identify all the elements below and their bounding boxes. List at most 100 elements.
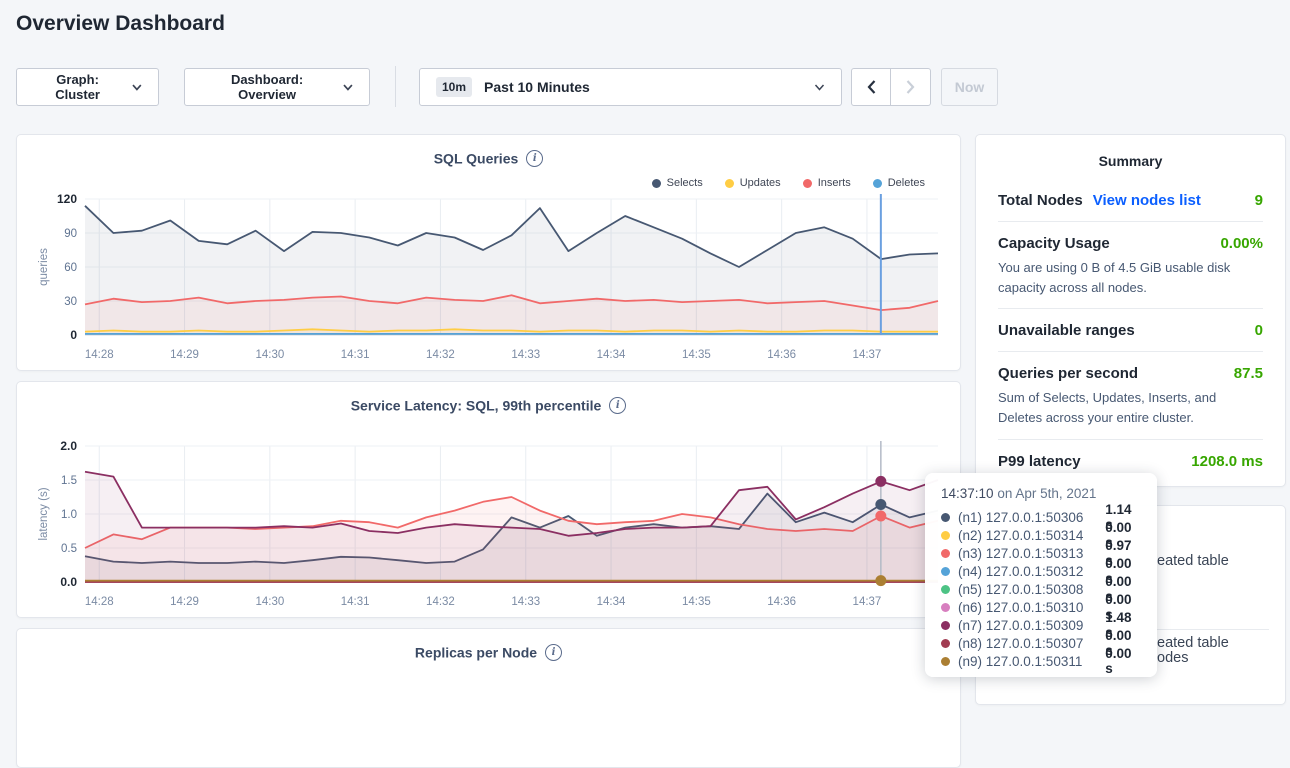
- svg-text:14:30: 14:30: [255, 349, 284, 361]
- sql-queries-card: SQL Queriesi Selects Updates Inserts Delete…: [16, 134, 961, 371]
- service-latency-card: Service Latency: SQL, 99th percentilei 1…: [16, 381, 961, 618]
- info-icon[interactable]: i: [545, 644, 562, 661]
- time-next-button[interactable]: [891, 68, 931, 106]
- legend-label: Updates: [740, 177, 781, 189]
- page-title: Overview Dashboard: [16, 12, 225, 36]
- svg-text:14:32: 14:32: [426, 596, 455, 608]
- time-range-label: Past 10 Minutes: [484, 79, 590, 95]
- capacity-value: 0.00%: [1220, 235, 1263, 252]
- event-text-fragment: eated table: [1157, 635, 1229, 651]
- capacity-label: Capacity Usage: [998, 235, 1110, 252]
- qps-label: Queries per second: [998, 365, 1138, 382]
- node-address: (n8) 127.0.0.1:50307: [958, 636, 1097, 651]
- total-nodes-label: Total Nodes: [998, 192, 1083, 209]
- svg-text:14:30: 14:30: [255, 596, 284, 608]
- summary-panel: Summary Total Nodes View nodes list 9 Ca…: [975, 134, 1286, 487]
- node-color-dot: [941, 621, 950, 630]
- tooltip-row: (n9) 127.0.0.1:503110.00 s: [941, 652, 1141, 670]
- svg-text:latency (s): latency (s): [38, 487, 50, 540]
- svg-text:14:33: 14:33: [511, 596, 540, 608]
- toolbar-divider: [395, 66, 396, 107]
- summary-title: Summary: [998, 153, 1263, 169]
- dashboard-dropdown-label: Dashboard: Overview: [201, 72, 333, 102]
- svg-text:14:33: 14:33: [511, 349, 540, 361]
- node-color-dot: [941, 639, 950, 648]
- now-button[interactable]: Now: [941, 68, 998, 106]
- info-icon[interactable]: i: [609, 397, 626, 414]
- capacity-description: You are using 0 B of 4.5 GiB usable disk…: [998, 258, 1263, 298]
- unavailable-ranges-value: 0: [1255, 322, 1263, 339]
- node-color-dot: [941, 549, 950, 558]
- node-color-dot: [941, 513, 950, 522]
- service-latency-title: Service Latency: SQL, 99th percentilei: [17, 396, 960, 414]
- svg-text:14:35: 14:35: [682, 349, 711, 361]
- chevron-down-icon: [343, 84, 353, 91]
- qps-description: Sum of Selects, Updates, Inserts, and De…: [998, 388, 1263, 428]
- svg-text:0: 0: [70, 328, 77, 342]
- event-text-fragment: eated table: [1157, 553, 1229, 569]
- node-address: (n6) 127.0.0.1:50310: [958, 600, 1097, 615]
- svg-text:14:36: 14:36: [767, 596, 796, 608]
- time-range-picker[interactable]: 10m Past 10 Minutes: [419, 68, 842, 106]
- replicas-per-node-card: Replicas per Nodei: [16, 628, 961, 768]
- node-color-dot: [941, 585, 950, 594]
- legend-dot: [803, 179, 812, 188]
- time-prev-button[interactable]: [851, 68, 891, 106]
- chevron-right-icon: [905, 79, 916, 95]
- service-latency-chart[interactable]: 14:2814:2914:3014:3114:3214:3314:3414:35…: [33, 436, 943, 612]
- tooltip-timestamp: 14:37:10 on Apr 5th, 2021: [941, 486, 1141, 501]
- legend-label: Deletes: [888, 177, 925, 189]
- node-color-dot: [941, 531, 950, 540]
- qps-value: 87.5: [1234, 365, 1263, 382]
- graph-dropdown[interactable]: Graph: Cluster: [16, 68, 159, 106]
- latency-tooltip: 14:37:10 on Apr 5th, 2021 (n1) 127.0.0.1…: [925, 473, 1157, 677]
- svg-text:queries: queries: [38, 248, 50, 286]
- svg-text:14:35: 14:35: [682, 596, 711, 608]
- node-color-dot: [941, 657, 950, 666]
- p99-latency-label: P99 latency: [998, 453, 1081, 470]
- node-address: (n5) 127.0.0.1:50308: [958, 582, 1097, 597]
- p99-latency-value: 1208.0 ms: [1191, 453, 1263, 470]
- chevron-left-icon: [866, 79, 877, 95]
- svg-text:14:28: 14:28: [85, 596, 114, 608]
- svg-text:14:31: 14:31: [341, 349, 370, 361]
- legend-item-inserts: Inserts: [803, 177, 851, 189]
- sql-queries-legend: Selects Updates Inserts Deletes: [652, 177, 925, 189]
- node-color-dot: [941, 567, 950, 576]
- svg-text:1.0: 1.0: [61, 509, 77, 521]
- legend-item-deletes: Deletes: [873, 177, 925, 189]
- legend-item-selects: Selects: [652, 177, 703, 189]
- svg-text:60: 60: [64, 262, 77, 274]
- node-address: (n3) 127.0.0.1:50313: [958, 546, 1097, 561]
- info-icon[interactable]: i: [526, 150, 543, 167]
- node-latency-value: 0.00 s: [1105, 646, 1141, 676]
- legend-item-updates: Updates: [725, 177, 781, 189]
- svg-text:14:28: 14:28: [85, 349, 114, 361]
- node-address: (n2) 127.0.0.1:50314: [958, 528, 1097, 543]
- unavailable-ranges-label: Unavailable ranges: [998, 322, 1135, 339]
- event-text-fragment: odes: [1157, 650, 1188, 666]
- view-nodes-list-link[interactable]: View nodes list: [1093, 192, 1201, 209]
- svg-text:14:34: 14:34: [597, 596, 626, 608]
- total-nodes-value: 9: [1255, 192, 1263, 209]
- summary-row-unavailable: Unavailable ranges 0: [998, 308, 1263, 351]
- summary-row-total-nodes: Total Nodes View nodes list 9: [998, 179, 1263, 221]
- svg-text:2.0: 2.0: [60, 439, 77, 453]
- node-color-dot: [941, 603, 950, 612]
- graph-dropdown-label: Graph: Cluster: [33, 72, 122, 102]
- svg-text:14:32: 14:32: [426, 349, 455, 361]
- legend-dot: [652, 179, 661, 188]
- svg-text:14:31: 14:31: [341, 596, 370, 608]
- dashboard-dropdown[interactable]: Dashboard: Overview: [184, 68, 370, 106]
- svg-text:1.5: 1.5: [61, 475, 77, 487]
- time-range-badge: 10m: [436, 77, 472, 97]
- legend-label: Selects: [667, 177, 703, 189]
- svg-text:14:34: 14:34: [597, 349, 626, 361]
- svg-text:0.0: 0.0: [60, 575, 77, 589]
- sql-queries-title: SQL Queriesi: [17, 149, 960, 167]
- node-address: (n4) 127.0.0.1:50312: [958, 564, 1097, 579]
- tooltip-rows: (n1) 127.0.0.1:503061.14 s(n2) 127.0.0.1…: [941, 508, 1141, 670]
- svg-text:14:36: 14:36: [767, 349, 796, 361]
- svg-text:30: 30: [64, 296, 77, 308]
- sql-queries-chart[interactable]: 14:2814:2914:3014:3114:3214:3314:3414:35…: [33, 189, 943, 365]
